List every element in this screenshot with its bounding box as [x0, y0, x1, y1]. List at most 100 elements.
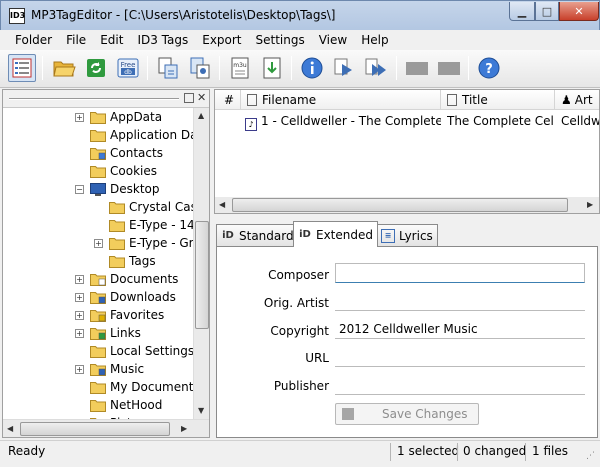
- tag-from-filename-button[interactable]: [154, 54, 182, 82]
- folder-tree[interactable]: ✕ + AppData Application Dat Contacts Cookies…: [2, 89, 210, 438]
- links-folder-icon: [90, 326, 106, 340]
- column-artist[interactable]: ♟ Art: [555, 90, 599, 110]
- menu-export[interactable]: Export: [195, 30, 248, 50]
- selected-count: 1 selected: [397, 444, 460, 458]
- tree-item[interactable]: Application Dat: [75, 126, 202, 144]
- scroll-left-icon[interactable]: ◀: [7, 424, 13, 433]
- list-view-button[interactable]: [8, 54, 36, 82]
- documents-folder-icon: [90, 272, 106, 286]
- toolbar-separator: [219, 56, 220, 80]
- tree-horizontal-scrollbar[interactable]: ◀ ▶: [3, 419, 209, 437]
- tree-item[interactable]: + Music: [75, 360, 144, 378]
- expand-icon[interactable]: +: [75, 364, 84, 374]
- freedb-label-top: Free: [121, 61, 136, 69]
- expand-icon[interactable]: +: [75, 328, 84, 338]
- column-title[interactable]: Title: [441, 90, 555, 110]
- file-list-horizontal-scrollbar[interactable]: ◀ ▶: [215, 197, 599, 213]
- tab-standard[interactable]: iD Standard: [216, 224, 299, 246]
- menu-id3-tags[interactable]: ID3 Tags: [130, 30, 195, 50]
- column-filename[interactable]: Filename: [241, 90, 441, 110]
- url-field[interactable]: [335, 347, 585, 367]
- save-changes-button[interactable]: Save Changes: [335, 403, 479, 425]
- tree-item[interactable]: Tags: [94, 252, 156, 270]
- tab-extended[interactable]: iD Extended: [293, 221, 378, 247]
- publisher-label: Publisher: [273, 379, 329, 393]
- expand-icon[interactable]: +: [75, 310, 84, 320]
- tree-header: ✕: [3, 90, 209, 108]
- menu-view[interactable]: View: [312, 30, 354, 50]
- minimize-button[interactable]: ▁: [509, 2, 535, 21]
- file-list[interactable]: # Filename Title ♟ Art ♪ 1 - Celldweller -…: [214, 89, 600, 214]
- disabled-blank-icon: [406, 62, 428, 75]
- tree-hscroll-thumb[interactable]: [20, 422, 170, 436]
- disabled-button-2[interactable]: [435, 54, 463, 82]
- tree-item-label: AppData: [110, 110, 163, 124]
- tree-item[interactable]: + E-Type - Gr: [94, 234, 194, 252]
- scroll-up-icon[interactable]: ▲: [198, 111, 204, 120]
- expand-icon[interactable]: +: [94, 238, 103, 248]
- menu-help[interactable]: Help: [354, 30, 395, 50]
- expand-icon[interactable]: +: [75, 292, 84, 302]
- menu-folder[interactable]: Folder: [8, 30, 59, 50]
- menu-file[interactable]: File: [59, 30, 93, 50]
- tree-item[interactable]: Contacts: [75, 144, 163, 162]
- tree-item[interactable]: − Desktop: [75, 180, 160, 198]
- tree-item[interactable]: NetHood: [75, 396, 162, 414]
- menu-edit[interactable]: Edit: [93, 30, 130, 50]
- tree-item[interactable]: + AppData: [75, 108, 162, 126]
- tree-item[interactable]: + Downloads: [75, 288, 176, 306]
- disabled-button-1[interactable]: [403, 54, 431, 82]
- tag-editor: iD Standard iD Extended ≡ Lyrics Composer O…: [214, 218, 598, 438]
- tree-item[interactable]: E-Type - 14: [94, 216, 195, 234]
- close-pane-icon[interactable]: ✕: [197, 91, 206, 104]
- play-all-button[interactable]: [362, 54, 390, 82]
- maximize-button[interactable]: □: [535, 2, 559, 21]
- composer-field[interactable]: [335, 263, 585, 283]
- scroll-right-icon[interactable]: ▶: [587, 200, 593, 209]
- open-folder-button[interactable]: [50, 54, 78, 82]
- scroll-right-icon[interactable]: ▶: [181, 424, 187, 433]
- export-button[interactable]: [258, 54, 286, 82]
- tree-item[interactable]: Local Settings: [75, 342, 194, 360]
- filename-from-tag-button[interactable]: [186, 54, 214, 82]
- scroll-down-icon[interactable]: ▼: [198, 406, 204, 415]
- info-button[interactable]: [298, 54, 326, 82]
- pin-icon[interactable]: [184, 93, 194, 103]
- tab-lyrics[interactable]: ≡ Lyrics: [376, 224, 438, 246]
- tree-vertical-scrollbar[interactable]: ▲ ▼: [193, 108, 209, 419]
- column-number[interactable]: #: [215, 90, 241, 110]
- mp3-file-icon: ♪: [245, 118, 257, 131]
- scroll-left-icon[interactable]: ◀: [219, 200, 225, 209]
- tree-item-label: Documents: [110, 272, 179, 286]
- toolbar-separator: [42, 56, 43, 80]
- help-button[interactable]: ?: [475, 54, 503, 82]
- collapse-icon[interactable]: −: [75, 184, 84, 194]
- tree-item[interactable]: + Links: [75, 324, 141, 342]
- expand-icon[interactable]: +: [75, 112, 84, 122]
- freedb-button[interactable]: Free db: [114, 54, 142, 82]
- publisher-field[interactable]: [335, 375, 585, 395]
- tree-item[interactable]: Cookies: [75, 162, 157, 180]
- composer-label: Composer: [268, 268, 329, 282]
- copyright-field[interactable]: [335, 319, 585, 339]
- orig-artist-field[interactable]: [335, 291, 585, 311]
- m3u-playlist-button[interactable]: m3u: [226, 54, 254, 82]
- tree-scroll-thumb[interactable]: [195, 221, 209, 329]
- resize-grip-icon[interactable]: ⋰: [586, 451, 595, 461]
- tree-item[interactable]: + Favorites: [75, 306, 164, 324]
- refresh-button[interactable]: [82, 54, 110, 82]
- copyright-label: Copyright: [270, 324, 329, 338]
- info-icon: [301, 57, 323, 79]
- table-row[interactable]: ♪1 - Celldweller - The Complete Cellout …: [215, 111, 599, 131]
- expand-icon[interactable]: +: [75, 274, 84, 284]
- tree-item[interactable]: Crystal Cast: [94, 198, 202, 216]
- menu-settings[interactable]: Settings: [249, 30, 312, 50]
- tree-item[interactable]: + Documents: [75, 270, 178, 288]
- file-list-scroll-thumb[interactable]: [232, 198, 568, 212]
- close-button[interactable]: ✕: [559, 2, 599, 21]
- tree-item[interactable]: My Documents: [75, 378, 200, 396]
- file-icon: [247, 94, 257, 106]
- play-button[interactable]: [330, 54, 358, 82]
- tree-item-label: Crystal Cast: [129, 200, 202, 214]
- m3u-playlist-icon: m3u: [231, 57, 249, 79]
